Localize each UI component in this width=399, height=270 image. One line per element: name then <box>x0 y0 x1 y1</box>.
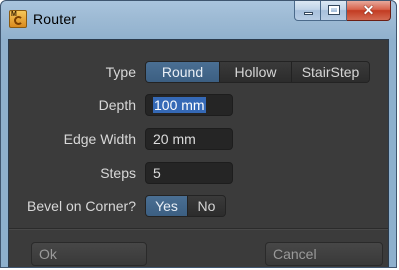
minimize-icon <box>304 12 313 15</box>
close-icon: ✕ <box>362 2 375 18</box>
bevel-on-corner-toggle: Yes No <box>145 195 226 217</box>
window-title: Router <box>33 11 77 27</box>
cancel-button[interactable]: Cancel <box>265 242 383 266</box>
bevel-option-yes[interactable]: Yes <box>146 196 188 216</box>
steps-label: Steps <box>100 165 136 181</box>
type-segmented-control: Round Hollow StairStep <box>145 61 370 83</box>
depth-label: Depth <box>98 97 136 113</box>
router-app-icon[interactable]: M <box>9 10 27 28</box>
minimize-button[interactable] <box>294 1 321 21</box>
close-button[interactable]: ✕ <box>347 1 391 21</box>
maximize-icon <box>329 6 339 14</box>
caption-buttons: ✕ <box>294 1 391 22</box>
edge-width-field[interactable]: 20 mm <box>145 128 233 150</box>
bevel-option-no[interactable]: No <box>188 196 225 216</box>
type-option-stairstep[interactable]: StairStep <box>292 62 369 82</box>
type-option-round[interactable]: Round <box>146 62 220 82</box>
router-window: M Router ✕ Type Round Hollow StairStep D… <box>0 0 397 268</box>
depth-field[interactable]: 100 mm <box>145 94 233 116</box>
bevel-on-corner-label: Bevel on Corner? <box>27 198 136 214</box>
button-divider <box>9 228 388 230</box>
dialog-panel: Type Round Hollow StairStep Depth 100 mm… <box>8 39 389 267</box>
type-option-hollow[interactable]: Hollow <box>220 62 292 82</box>
maximize-button[interactable] <box>321 1 347 21</box>
depth-value: 100 mm <box>153 97 206 113</box>
edge-width-label: Edge Width <box>63 131 136 147</box>
ok-button[interactable]: Ok <box>31 242 147 266</box>
title-bar[interactable]: M Router ✕ <box>1 1 396 39</box>
steps-field[interactable]: 5 <box>145 162 233 184</box>
type-label: Type <box>105 64 136 80</box>
